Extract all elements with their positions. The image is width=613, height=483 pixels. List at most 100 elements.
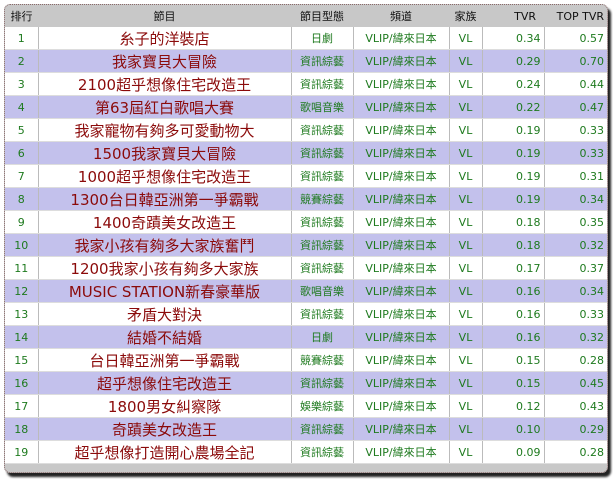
cell-rank: 17 — [5, 394, 38, 418]
cell-channel: VLIP/緯來日本 — [352, 325, 449, 349]
cell-family: VL — [448, 440, 482, 464]
cell-top-tvr: 0.29 — [543, 417, 607, 441]
cell-tvr: 0.19 — [481, 118, 544, 142]
cell-top-tvr: 0.28 — [543, 440, 607, 464]
header-program[interactable]: 節目 — [38, 5, 291, 27]
cell-tvr: 0.19 — [481, 187, 544, 211]
cell-family: VL — [448, 95, 482, 119]
cell-type: 資訊綜藝 — [290, 49, 353, 73]
cell-type: 歌唱音樂 — [290, 95, 353, 119]
cell-rank: 6 — [5, 141, 38, 165]
table-row: 15 台日韓亞洲第一爭霸戰 競賽綜藝 VLIP/緯來日本 VL 0.15 0.28 — [5, 348, 607, 372]
cell-rank: 1 — [5, 27, 38, 50]
cell-channel: VLIP/緯來日本 — [352, 348, 449, 372]
cell-family: VL — [448, 371, 482, 395]
cell-top-tvr: 0.47 — [543, 95, 607, 119]
cell-family: VL — [448, 325, 482, 349]
cell-tvr: 0.24 — [481, 72, 544, 96]
cell-rank: 4 — [5, 95, 38, 119]
cell-channel: VLIP/緯來日本 — [352, 164, 449, 188]
cell-program: 奇蹟美女改造王 — [37, 417, 291, 441]
table-row: 16 超乎想像住宅改造王 資訊綜藝 VLIP/緯來日本 VL 0.15 0.45 — [5, 371, 607, 395]
cell-rank: 13 — [5, 302, 38, 326]
cell-rank: 7 — [5, 164, 38, 188]
cell-program: MUSIC STATION新春豪華版 — [37, 279, 291, 303]
cell-top-tvr: 0.32 — [543, 325, 607, 349]
table-row: 2 我家寶貝大冒險 資訊綜藝 VLIP/緯來日本 VL 0.29 0.70 — [5, 49, 607, 73]
cell-type: 資訊綜藝 — [290, 141, 353, 165]
cell-tvr: 0.15 — [481, 371, 544, 395]
cell-rank: 16 — [5, 371, 38, 395]
cell-type: 競賽綜藝 — [290, 348, 353, 372]
table-row: 3 2100超乎想像住宅改造王 資訊綜藝 VLIP/緯來日本 VL 0.24 0.44 — [5, 72, 607, 96]
cell-type: 日劇 — [290, 27, 353, 50]
cell-channel: VLIP/緯來日本 — [352, 187, 449, 211]
cell-family: VL — [448, 72, 482, 96]
cell-top-tvr: 0.34 — [543, 187, 607, 211]
cell-tvr: 0.22 — [481, 95, 544, 119]
cell-family: VL — [448, 210, 482, 234]
cell-program: 1200我家小孩有夠多大家族 — [37, 256, 291, 280]
cell-channel: VLIP/緯來日本 — [352, 256, 449, 280]
cell-family: VL — [448, 348, 482, 372]
cell-rank: 15 — [5, 348, 38, 372]
cell-program: 我家寵物有夠多可愛動物大 — [37, 118, 291, 142]
table-row: 17 1800男女糾察隊 娛樂綜藝 VLIP/緯來日本 VL 0.12 0.43 — [5, 394, 607, 418]
cell-tvr: 0.29 — [481, 49, 544, 73]
table-row: 1 糸子的洋裝店 日劇 VLIP/緯來日本 VL 0.34 0.57 — [5, 27, 607, 50]
header-top-tvr[interactable]: TOP TVR — [544, 5, 607, 27]
cell-channel: VLIP/緯來日本 — [352, 233, 449, 257]
cell-type: 資訊綜藝 — [290, 210, 353, 234]
cell-channel: VLIP/緯來日本 — [352, 279, 449, 303]
cell-family: VL — [448, 27, 482, 50]
header-type[interactable]: 節目型態 — [291, 5, 353, 27]
cell-rank: 9 — [5, 210, 38, 234]
cell-family: VL — [448, 417, 482, 441]
cell-top-tvr: 0.33 — [543, 118, 607, 142]
table-row: 6 1500我家寶貝大冒險 資訊綜藝 VLIP/緯來日本 VL 0.19 0.33 — [5, 141, 607, 165]
table-row: 12 MUSIC STATION新春豪華版 歌唱音樂 VLIP/緯來日本 VL 0.16 0… — [5, 279, 607, 303]
cell-top-tvr: 0.44 — [543, 72, 607, 96]
cell-family: VL — [448, 164, 482, 188]
cell-family: VL — [448, 394, 482, 418]
cell-tvr: 0.19 — [481, 164, 544, 188]
cell-family: VL — [448, 302, 482, 326]
cell-program: 1800男女糾察隊 — [37, 394, 291, 418]
header-rank[interactable]: 排行 — [5, 5, 38, 27]
header-channel[interactable]: 頻道 — [353, 5, 449, 27]
cell-rank: 14 — [5, 325, 38, 349]
table-row: 19 超乎想像打造開心農場全記 資訊綜藝 VLIP/緯來日本 VL 0.09 0.28 — [5, 440, 607, 464]
cell-type: 資訊綜藝 — [290, 118, 353, 142]
cell-channel: VLIP/緯來日本 — [352, 49, 449, 73]
cell-channel: VLIP/緯來日本 — [352, 95, 449, 119]
cell-rank: 8 — [5, 187, 38, 211]
header-tvr[interactable]: TVR — [482, 5, 544, 27]
cell-family: VL — [448, 49, 482, 73]
cell-program: 1300台日韓亞洲第一爭霸戰 — [37, 187, 291, 211]
cell-channel: VLIP/緯來日本 — [352, 118, 449, 142]
cell-program: 我家寶貝大冒險 — [37, 49, 291, 73]
cell-top-tvr: 0.28 — [543, 348, 607, 372]
cell-tvr: 0.09 — [481, 440, 544, 464]
cell-channel: VLIP/緯來日本 — [352, 27, 449, 50]
cell-program: 矛盾大對決 — [37, 302, 291, 326]
cell-top-tvr: 0.57 — [543, 27, 607, 50]
cell-rank: 19 — [5, 440, 38, 464]
cell-program: 1000超乎想像住宅改造王 — [37, 164, 291, 188]
table-row: 18 奇蹟美女改造王 資訊綜藝 VLIP/緯來日本 VL 0.10 0.29 — [5, 417, 607, 441]
cell-channel: VLIP/緯來日本 — [352, 371, 449, 395]
cell-top-tvr: 0.35 — [543, 210, 607, 234]
cell-top-tvr: 0.31 — [543, 164, 607, 188]
cell-rank: 18 — [5, 417, 38, 441]
header-family[interactable]: 家族 — [449, 5, 482, 27]
cell-top-tvr: 0.43 — [543, 394, 607, 418]
cell-program: 第63屆紅白歌唱大賽 — [37, 95, 291, 119]
table-row: 5 我家寵物有夠多可愛動物大 資訊綜藝 VLIP/緯來日本 VL 0.19 0.33 — [5, 118, 607, 142]
cell-type: 資訊綜藝 — [290, 72, 353, 96]
cell-type: 日劇 — [290, 325, 353, 349]
cell-type: 競賽綜藝 — [290, 187, 353, 211]
table-row: 9 1400奇蹟美女改造王 資訊綜藝 VLIP/緯來日本 VL 0.18 0.35 — [5, 210, 607, 234]
cell-family: VL — [448, 141, 482, 165]
cell-family: VL — [448, 187, 482, 211]
cell-tvr: 0.16 — [481, 325, 544, 349]
